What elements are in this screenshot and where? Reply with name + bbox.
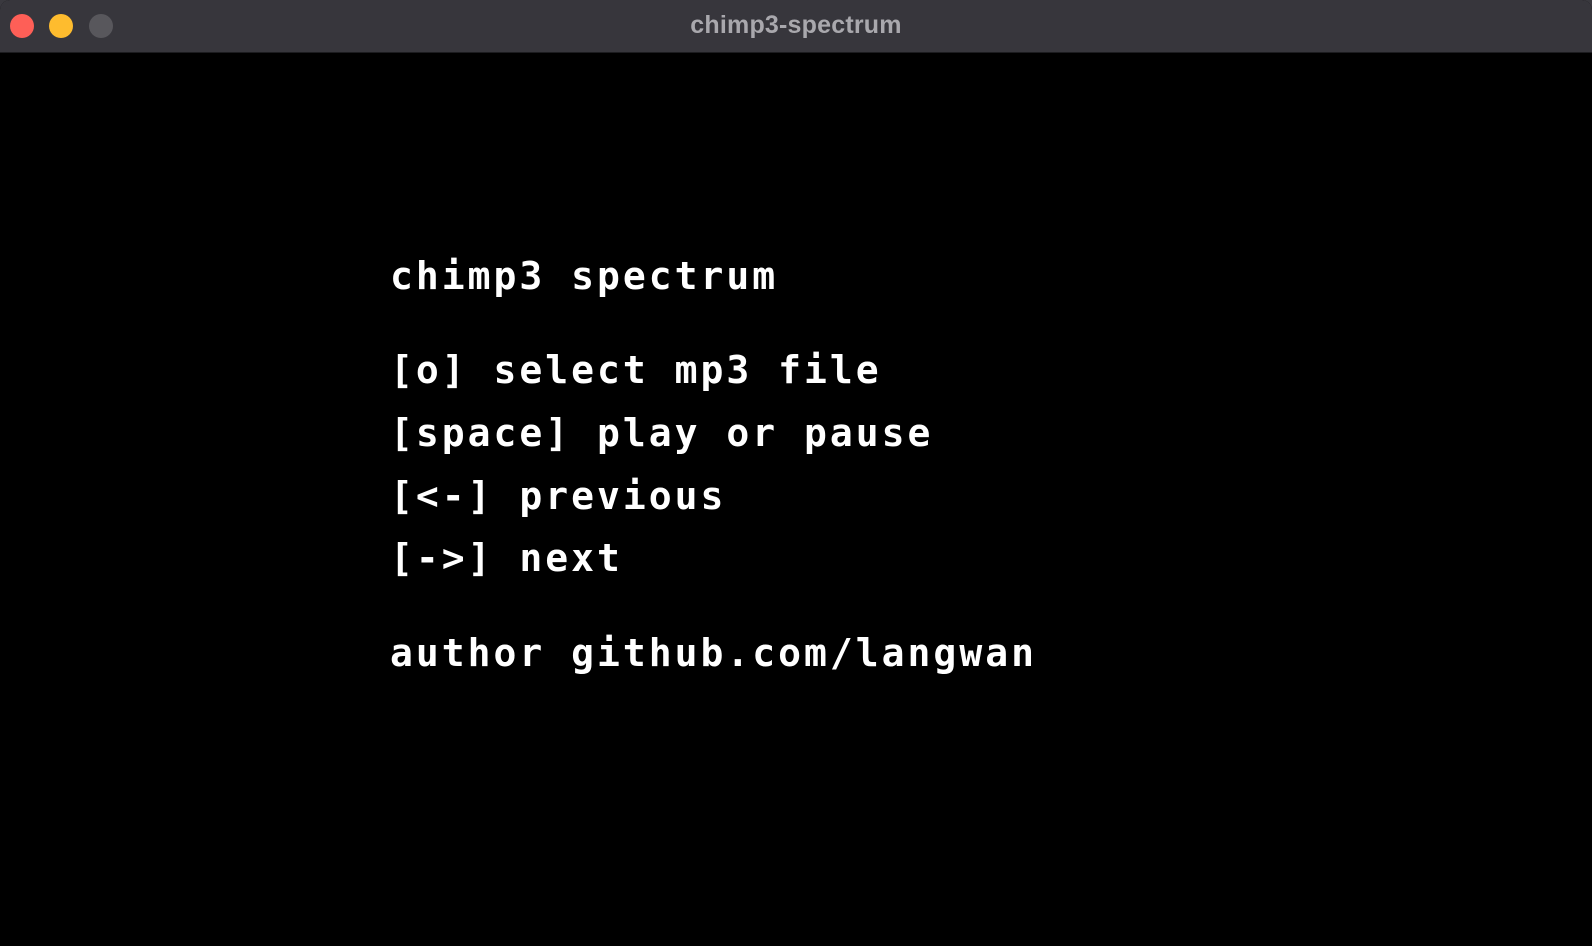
title-bar[interactable]: chimp3-spectrum [0, 0, 1592, 53]
app-title: chimp3 spectrum [390, 254, 779, 298]
control-hint-previous: [<-] previous [390, 474, 727, 518]
spectrum-canvas[interactable]: chimp3 spectrum [o] select mp3 file [spa… [0, 54, 1592, 946]
app-window: chimp3-spectrum chimp3 spectrum [o] sele… [0, 0, 1592, 946]
window-title: chimp3-spectrum [690, 11, 902, 39]
author-credit: author github.com/langwan [390, 631, 1037, 675]
control-hint-play-pause: [space] play or pause [390, 411, 934, 455]
control-hint-next: [->] next [390, 536, 623, 580]
control-hint-open-file: [o] select mp3 file [390, 348, 882, 392]
